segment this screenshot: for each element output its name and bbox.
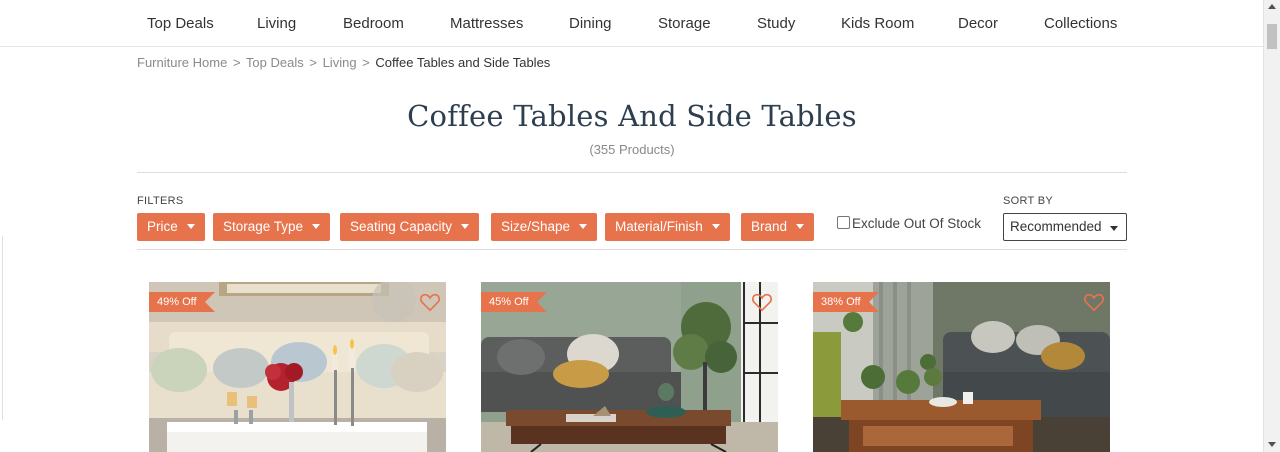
breadcrumb-separator: > [309, 55, 317, 70]
nav-item-dining[interactable]: Dining [569, 15, 612, 32]
filter-seating-capacity-button[interactable]: Seating Capacity [340, 213, 480, 241]
product-card[interactable]: 45% Off [481, 282, 778, 452]
scrollbar-thumb[interactable] [1267, 24, 1277, 49]
filter-label: Price [147, 219, 178, 234]
nav-item-living[interactable]: Living [257, 15, 296, 32]
nav-item-mattresses[interactable]: Mattresses [450, 15, 523, 32]
heart-outline-icon[interactable] [751, 292, 773, 312]
vertical-scrollbar[interactable] [1263, 0, 1280, 452]
discount-badge: 38% Off [813, 292, 879, 312]
exclude-out-of-stock[interactable]: Exclude Out Of Stock [837, 216, 981, 231]
filter-label: Material/Finish [615, 219, 703, 234]
breadcrumb-link-top-deals[interactable]: Top Deals [246, 55, 304, 70]
product-count: (355 Products) [589, 142, 675, 157]
filter-label: Brand [751, 219, 788, 234]
breadcrumb-link-living[interactable]: Living [323, 55, 357, 70]
nav-item-study[interactable]: Study [757, 15, 795, 32]
breadcrumb-separator: > [362, 55, 370, 70]
filter-label: Size/Shape [501, 219, 571, 234]
filters-label: FILTERS [137, 195, 184, 207]
breadcrumb-link-furniture-home[interactable]: Furniture Home [137, 55, 227, 70]
product-card[interactable]: 49% Off [149, 282, 446, 452]
sort-by-label: SORT BY [1003, 195, 1053, 207]
breadcrumb-current: Coffee Tables and Side Tables [375, 55, 551, 70]
nav-item-kids-room[interactable]: Kids Room [841, 15, 914, 32]
side-panel-edge [0, 236, 3, 420]
caret-down-icon [796, 223, 805, 229]
filter-size-shape-button[interactable]: Size/Shape [491, 213, 598, 241]
caret-down-icon [312, 223, 321, 229]
breadcrumb: Furniture Home > Top Deals > Living > Co… [137, 55, 550, 70]
caret-down-icon [1110, 226, 1118, 231]
nav-item-bedroom[interactable]: Bedroom [343, 15, 404, 32]
filter-label: Seating Capacity [350, 219, 453, 234]
product-card[interactable]: 38% Off [813, 282, 1110, 452]
exclude-out-of-stock-label: Exclude Out Of Stock [852, 216, 982, 231]
breadcrumb-separator: > [232, 55, 241, 70]
exclude-out-of-stock-checkbox[interactable] [837, 216, 850, 229]
heart-outline-icon[interactable] [419, 292, 441, 312]
filter-price-button[interactable]: Price [137, 213, 205, 241]
page-title: Coffee Tables And Side Tables [407, 99, 857, 133]
sort-by-selected-value: Recommended [1010, 219, 1102, 234]
filter-brand-button[interactable]: Brand [741, 213, 815, 241]
heart-outline-icon[interactable] [1083, 292, 1105, 312]
discount-badge: 45% Off [481, 292, 547, 312]
scroll-up-arrow-icon[interactable] [1268, 4, 1276, 9]
nav-item-decor[interactable]: Decor [958, 15, 998, 32]
nav-item-top-deals[interactable]: Top Deals [147, 15, 214, 32]
nav-item-storage[interactable]: Storage [658, 15, 711, 32]
filter-label: Storage Type [223, 219, 304, 234]
nav-item-collections[interactable]: Collections [1044, 15, 1117, 32]
caret-down-icon [461, 223, 470, 229]
sort-by-select[interactable]: Recommended [1003, 213, 1127, 241]
divider [137, 172, 1127, 173]
top-navigation: Top Deals Living Bedroom Mattresses Dini… [0, 0, 1263, 47]
caret-down-icon [186, 223, 195, 229]
caret-down-icon [579, 223, 588, 229]
divider [137, 249, 1127, 250]
scroll-down-arrow-icon[interactable] [1268, 442, 1276, 447]
discount-badge: 49% Off [149, 292, 215, 312]
caret-down-icon [711, 223, 720, 229]
filter-storage-type-button[interactable]: Storage Type [213, 213, 331, 241]
filter-material-finish-button[interactable]: Material/Finish [605, 213, 730, 241]
